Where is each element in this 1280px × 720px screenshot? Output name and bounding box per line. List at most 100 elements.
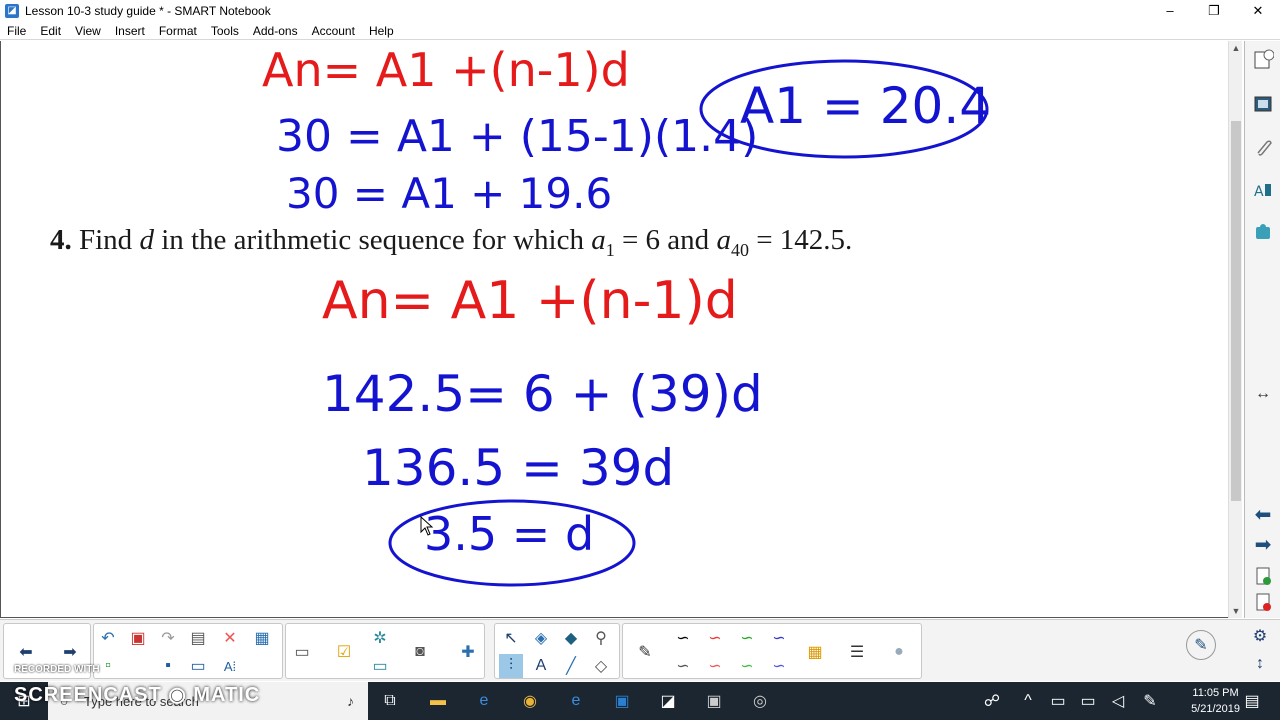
network-icon[interactable]: ▭ xyxy=(1046,689,1070,713)
scroll-thumb[interactable] xyxy=(1231,121,1241,501)
smart-notebook-taskbar-icon[interactable]: ◪ xyxy=(656,689,680,713)
smart-notebook-icon: ◪ xyxy=(5,4,19,18)
shapes-icon[interactable]: ◈ xyxy=(529,626,553,650)
puzzle-icon[interactable]: ✚ xyxy=(456,640,480,664)
menu-addons[interactable]: Add-ons xyxy=(246,24,305,38)
menu-file[interactable]: File xyxy=(0,24,33,38)
select-icon[interactable]: ↖ xyxy=(499,626,523,650)
menu-format[interactable]: Format xyxy=(152,24,204,38)
redo-icon[interactable]: ↷ xyxy=(156,626,180,650)
scroll-up-icon[interactable]: ▲ xyxy=(1229,41,1243,55)
video-icon[interactable]: ▭ xyxy=(368,654,392,678)
select-group: ↖ ◈ ◆ ⚲ ⫶ A ╱ ◇ xyxy=(494,623,620,679)
transparency-icon[interactable]: ● xyxy=(887,640,911,664)
addons-puzzle-icon[interactable] xyxy=(1250,219,1276,245)
pens-icon[interactable]: ⫶ xyxy=(499,654,523,678)
pen-thin-black-icon[interactable]: ∽ xyxy=(671,654,695,678)
edge-icon[interactable]: e xyxy=(472,689,496,713)
pen-workspace-icon[interactable]: ✎ xyxy=(1138,689,1162,713)
pen-styles-group: ✎ ∽ ∽ ∽ ∽ ∽ ∽ ∽ ∽ ▦ ☰ ● xyxy=(622,623,922,679)
add-page-icon[interactable] xyxy=(1250,563,1276,589)
vertical-scrollbar[interactable]: ▲ ▼ xyxy=(1228,41,1242,618)
menu-edit[interactable]: Edit xyxy=(33,24,68,38)
system-clock[interactable]: 11:05 PM 5/21/2019 xyxy=(1191,685,1240,717)
undo-icon[interactable]: ↶ xyxy=(96,626,120,650)
screen-capture-icon[interactable]: ◙ xyxy=(408,640,432,664)
next-page-button[interactable]: ➡ xyxy=(58,640,82,664)
maximize-button[interactable]: ❐ xyxy=(1192,0,1236,22)
clock-date: 5/21/2019 xyxy=(1191,703,1240,715)
magic-pen-icon[interactable]: ⚲ xyxy=(589,626,613,650)
delete-page-icon[interactable]: ▣ xyxy=(126,626,150,650)
internet-explorer-icon[interactable]: e xyxy=(564,689,588,713)
watermark-logo: SCREENCAST ◉ MATIC xyxy=(14,684,261,706)
save-icon[interactable]: ▪ xyxy=(156,654,180,678)
pen-thin-blue-icon[interactable]: ∽ xyxy=(767,654,791,678)
watermark-recorded-with: RECORDED WITH xyxy=(14,664,100,675)
side-panel-tabs: A ↔ ⬅ ➡ xyxy=(1244,41,1280,618)
outlook-icon[interactable]: ▣ xyxy=(610,689,634,713)
table-icon[interactable]: ▦ xyxy=(250,626,274,650)
color-palette-icon[interactable]: ▦ xyxy=(803,640,827,664)
menu-account[interactable]: Account xyxy=(305,24,362,38)
screencast-taskbar-icon[interactable]: ◎ xyxy=(748,689,772,713)
resize-panel-icon[interactable]: ↔ xyxy=(1250,381,1276,407)
paste-icon[interactable]: ▤ xyxy=(186,626,210,650)
chrome-icon[interactable]: ◉ xyxy=(518,689,542,713)
menu-tools[interactable]: Tools xyxy=(204,24,246,38)
window-title: Lesson 10-3 study guide * - SMART Notebo… xyxy=(25,4,271,18)
tools-group: ▭ ☑ ✲ ▭ ◙ ✚ xyxy=(285,623,485,679)
addons-icon[interactable]: ✲ xyxy=(368,626,392,650)
edit-group: ↶ ▣ ↷ ▤ ✕ ▦ ▫ ▪ ▭ A⁞ xyxy=(93,623,283,679)
pen-thin-red-icon[interactable]: ∽ xyxy=(703,654,727,678)
next-page-icon[interactable]: ➡ xyxy=(1250,531,1276,557)
file-explorer-icon[interactable]: ▬ xyxy=(426,689,450,713)
menu-help[interactable]: Help xyxy=(362,24,401,38)
volume-icon[interactable]: ◁ xyxy=(1106,689,1130,713)
menu-insert[interactable]: Insert xyxy=(108,24,152,38)
text-icon[interactable]: A xyxy=(529,654,553,678)
task-view-icon[interactable]: ⧉ xyxy=(378,689,402,713)
previous-page-icon[interactable]: ⬅ xyxy=(1250,501,1276,527)
toolbar-move-icon[interactable]: ↕ xyxy=(1248,652,1272,676)
menu-view[interactable]: View xyxy=(68,24,108,38)
scroll-down-icon[interactable]: ▼ xyxy=(1229,604,1243,618)
fonts-icon[interactable]: A⁞ xyxy=(218,654,242,678)
line-icon[interactable]: ╱ xyxy=(559,654,583,678)
page-sorter-icon[interactable] xyxy=(1250,47,1276,73)
eraser-icon[interactable]: ◇ xyxy=(589,654,613,678)
settings-gear-icon[interactable]: ⚙ xyxy=(1248,624,1272,648)
people-icon[interactable]: ☍ xyxy=(980,689,1004,713)
document-camera-icon[interactable]: ▭ xyxy=(290,640,314,664)
bottom-toolbar: ⬅ ➡ ↶ ▣ ↷ ▤ ✕ ▦ ▫ ▪ ▭ A⁞ ▭ ☑ ✲ ▭ ◙ ✚ ↖ ◈… xyxy=(0,619,1280,681)
action-center-icon[interactable]: ▤ xyxy=(1240,689,1264,713)
pen-thin-green-icon[interactable]: ∽ xyxy=(735,654,759,678)
pen-black-icon[interactable]: ∽ xyxy=(671,626,695,650)
pen-blue-icon[interactable]: ∽ xyxy=(767,626,791,650)
svg-text:A: A xyxy=(1254,184,1264,200)
close-button[interactable]: ✕ xyxy=(1236,0,1280,22)
previous-page-button[interactable]: ⬅ xyxy=(14,640,38,664)
minimize-button[interactable]: – xyxy=(1148,0,1192,22)
clock-time: 11:05 PM xyxy=(1192,687,1239,699)
delete-page-icon[interactable] xyxy=(1250,589,1276,615)
canvas-frame xyxy=(0,41,1242,618)
fill-icon[interactable]: ◆ xyxy=(559,626,583,650)
menu-bar: File Edit View Insert Format Tools Add-o… xyxy=(0,22,1280,40)
title-bar: ◪ Lesson 10-3 study guide * - SMART Note… xyxy=(0,0,1280,22)
show-hidden-icons[interactable]: ^ xyxy=(1016,689,1040,713)
pen-tool-icon[interactable]: ✎ xyxy=(633,640,657,664)
pen-red-icon[interactable]: ∽ xyxy=(703,626,727,650)
properties-icon[interactable]: A xyxy=(1250,177,1276,203)
response-icon[interactable]: ☑ xyxy=(332,640,356,664)
microphone-icon[interactable]: ♪ xyxy=(347,693,354,709)
battery-icon[interactable]: ▭ xyxy=(1076,689,1100,713)
line-style-icon[interactable]: ☰ xyxy=(845,640,869,664)
pen-green-icon[interactable]: ∽ xyxy=(735,626,759,650)
attachments-icon[interactable] xyxy=(1250,135,1276,161)
gallery-icon[interactable] xyxy=(1250,91,1276,117)
window-thumbnail-icon[interactable]: ▣ xyxy=(702,689,726,713)
delete-icon[interactable]: ✕ xyxy=(218,626,242,650)
ink-mode-icon[interactable]: ✎ xyxy=(1186,630,1216,660)
screen-shade-icon[interactable]: ▭ xyxy=(186,654,210,678)
